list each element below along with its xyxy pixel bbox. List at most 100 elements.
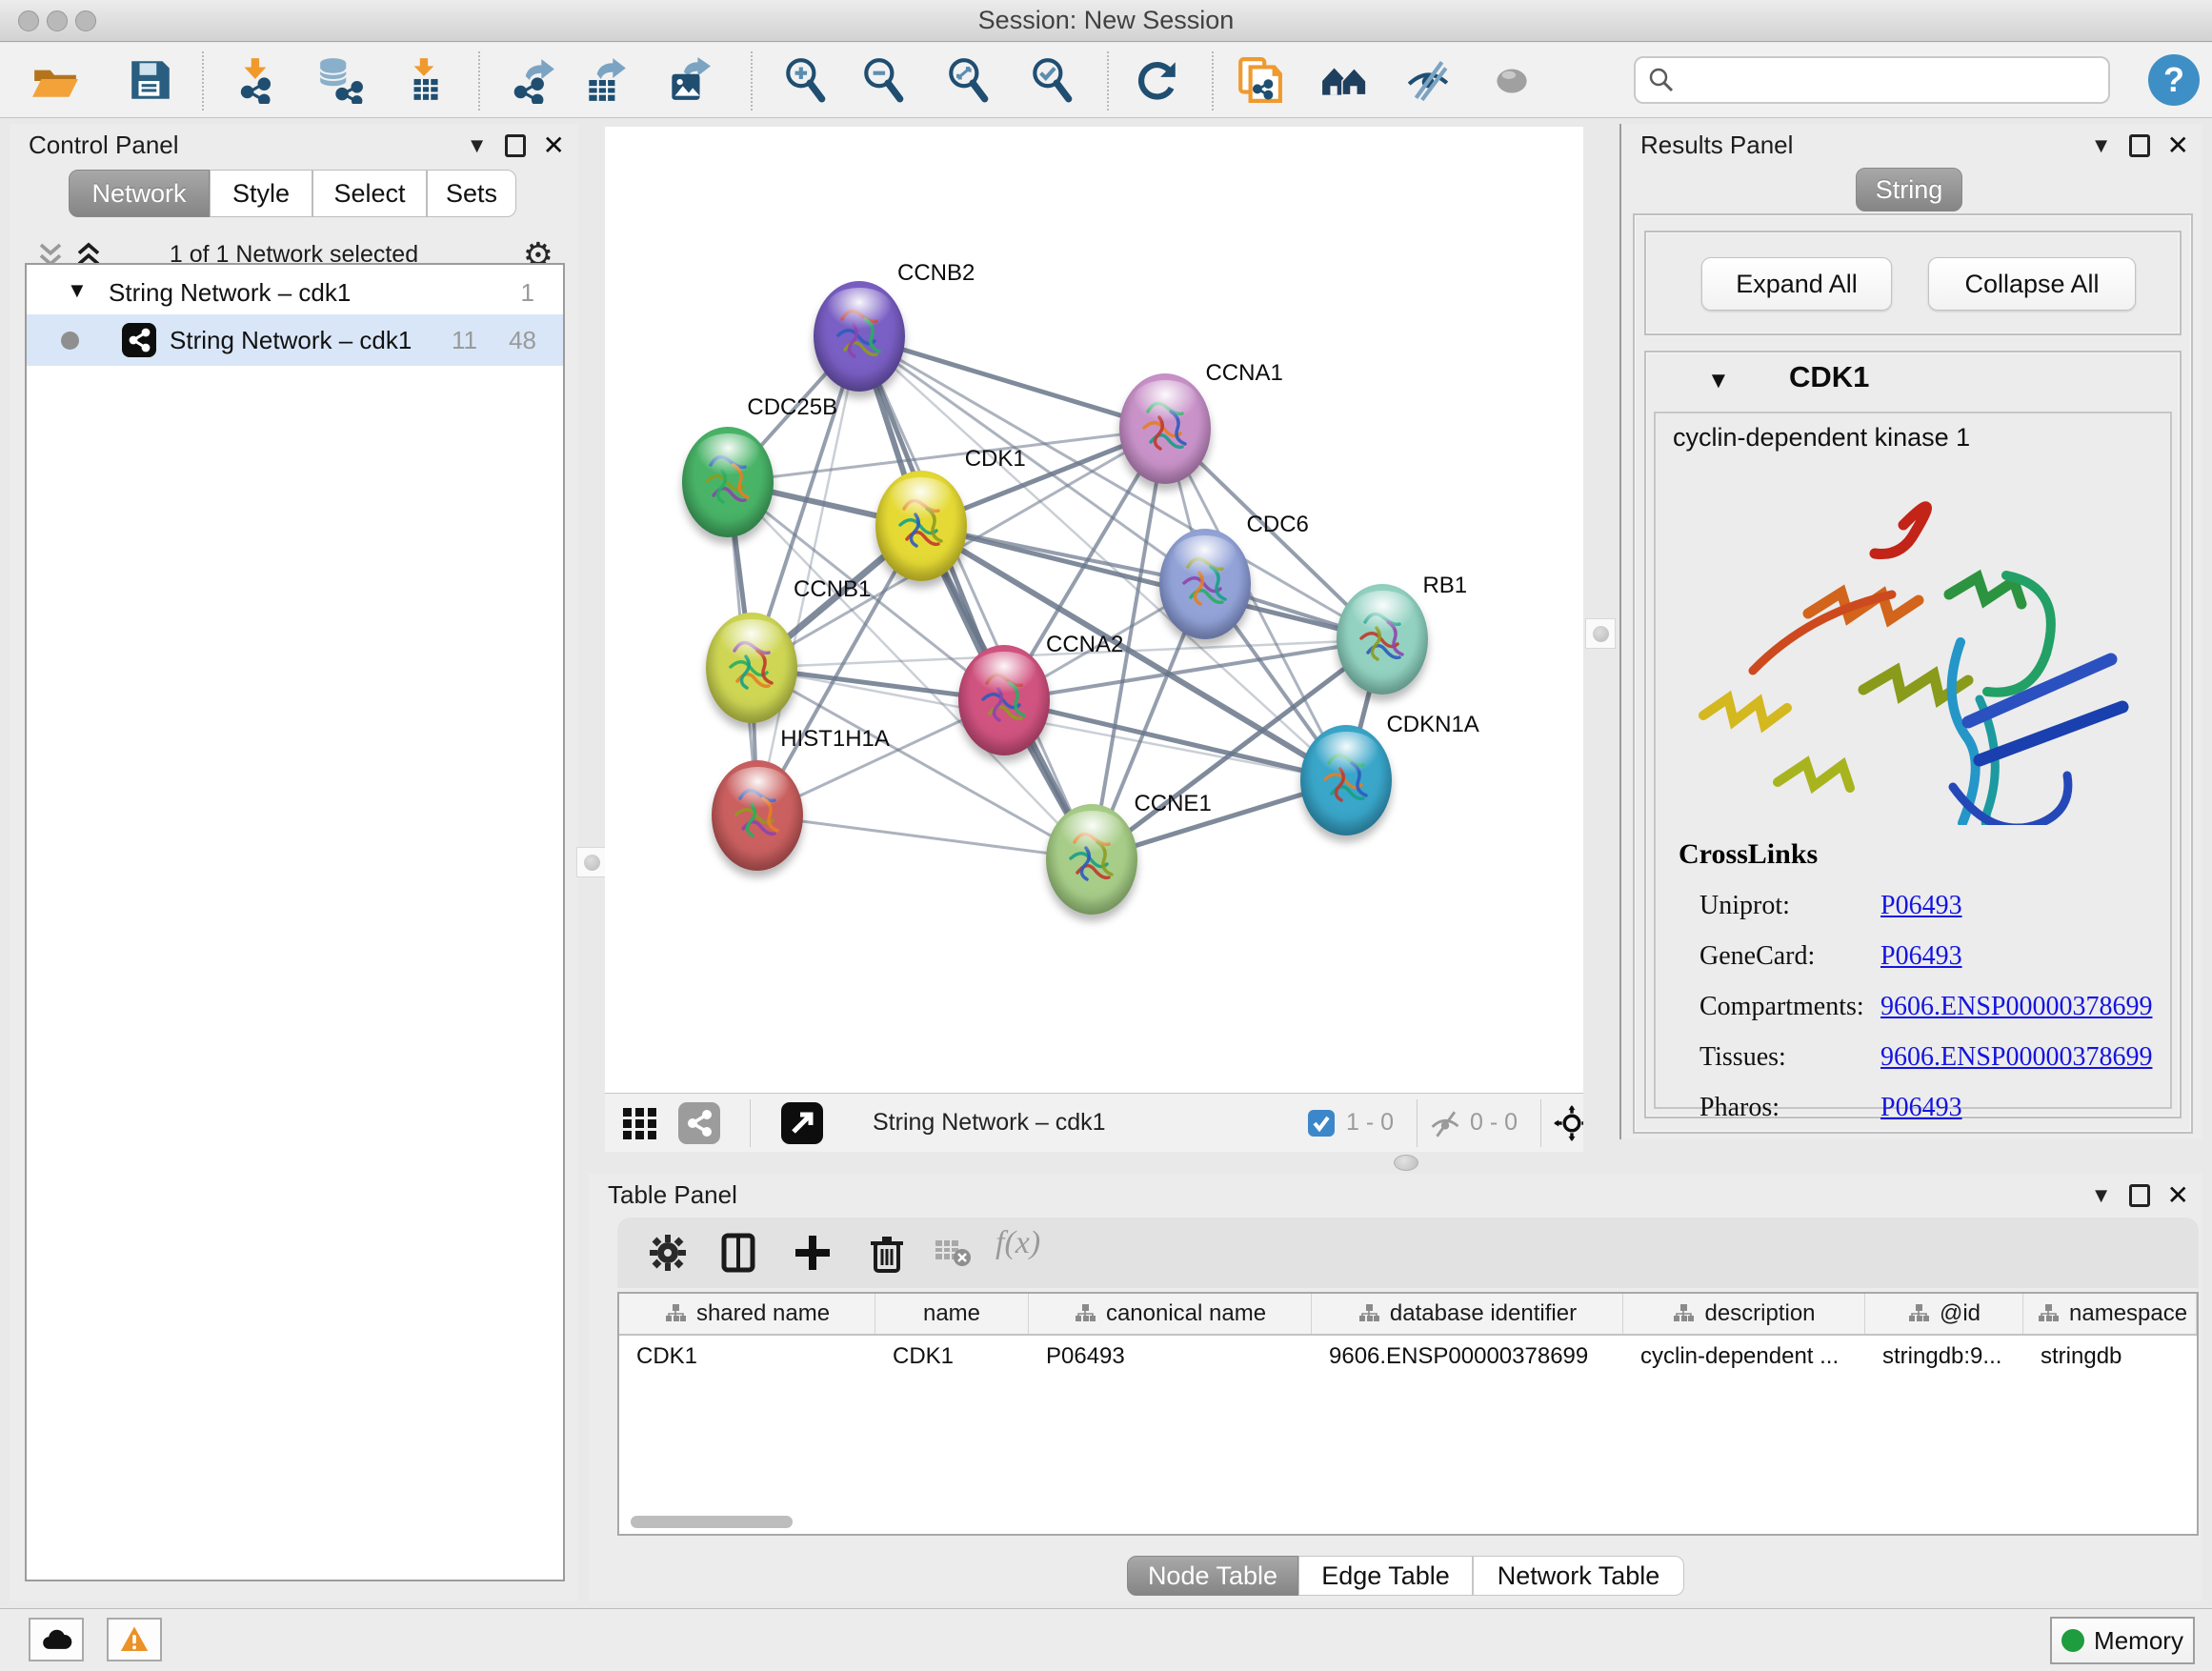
export-table-button[interactable]: [578, 53, 632, 107]
table-row[interactable]: CDK1 CDK1 P06493 9606.ENSP00000378699 cy…: [619, 1336, 2197, 1378]
close-panel-button[interactable]: ✕: [2167, 134, 2189, 157]
network-node-ccnb2[interactable]: [814, 281, 905, 392]
zoom-selected-button[interactable]: [1025, 53, 1078, 107]
show-all-button[interactable]: [1485, 53, 1538, 107]
maximize-panel-button[interactable]: [2129, 1184, 2150, 1207]
delete-trash-icon[interactable]: [865, 1231, 909, 1275]
network-node-ccna2[interactable]: [958, 645, 1050, 755]
horizontal-splitter[interactable]: [605, 1152, 1583, 1174]
open-session-button[interactable]: [29, 53, 82, 107]
tab-select[interactable]: Select: [312, 170, 427, 217]
left-splitter[interactable]: [578, 118, 605, 1174]
hidden-eye-slash-icon[interactable]: [1429, 1108, 1461, 1140]
export-network-button[interactable]: [507, 53, 560, 107]
open-in-new-window-icon[interactable]: [781, 1102, 823, 1144]
export-image-button[interactable]: [661, 53, 714, 107]
refresh-network-button[interactable]: [1131, 53, 1184, 107]
network-canvas[interactable]: CCNB2CCNA1CDC25BCDK1CDC6RB1CCNB1CCNA2CDK…: [605, 127, 1583, 1093]
float-panel-button[interactable]: ▼: [2091, 1183, 2112, 1208]
tab-sets[interactable]: Sets: [427, 170, 516, 217]
cell-canonical-name[interactable]: P06493: [1029, 1336, 1312, 1378]
splitter-handle[interactable]: [1585, 618, 1616, 649]
crosslink-link[interactable]: P06493: [1880, 891, 1962, 921]
import-table-button[interactable]: [398, 53, 452, 107]
horizontal-scrollbar[interactable]: [631, 1516, 793, 1528]
zoom-in-button[interactable]: [778, 53, 832, 107]
hide-selected-button[interactable]: [1401, 53, 1455, 107]
import-database-button[interactable]: [313, 53, 367, 107]
network-node-ccna1[interactable]: [1119, 373, 1211, 484]
tab-edge-table[interactable]: Edge Table: [1298, 1556, 1473, 1596]
float-panel-button[interactable]: ▼: [467, 133, 488, 158]
warning-button[interactable]: [107, 1618, 162, 1661]
network-edge[interactable]: [921, 526, 1383, 640]
cell-description[interactable]: cyclin-dependent ...: [1623, 1336, 1865, 1378]
column-header-database-identifier[interactable]: database identifier: [1312, 1294, 1623, 1334]
zoom-out-button[interactable]: [856, 53, 910, 107]
splitter-handle[interactable]: [1394, 1155, 1418, 1171]
maximize-panel-button[interactable]: [505, 134, 526, 157]
cell-namespace[interactable]: stringdb: [2023, 1336, 2197, 1378]
column-header-shared-name[interactable]: shared name: [619, 1294, 875, 1334]
network-node-hist1h1a[interactable]: [712, 760, 803, 871]
tree-expander-icon[interactable]: ▼: [67, 278, 88, 303]
collapse-all-button[interactable]: Collapse All: [1928, 257, 2136, 311]
crosslink-link[interactable]: P06493: [1880, 1093, 1962, 1123]
float-panel-button[interactable]: ▼: [2091, 133, 2112, 158]
selected-checkbox-icon[interactable]: [1308, 1110, 1335, 1137]
network-node-cdc25b[interactable]: [682, 427, 774, 537]
cell-database-identifier[interactable]: 9606.ENSP00000378699: [1312, 1336, 1623, 1378]
table-settings-gear-icon[interactable]: [646, 1231, 690, 1275]
network-node-cdc6[interactable]: [1159, 529, 1251, 639]
column-header-canonical-name[interactable]: canonical name: [1029, 1294, 1312, 1334]
window-titlebar: Session: New Session: [0, 0, 2212, 42]
network-node-cdkn1a[interactable]: [1300, 725, 1392, 836]
tab-network-table[interactable]: Network Table: [1473, 1556, 1684, 1596]
network-edge[interactable]: [1004, 700, 1346, 780]
save-icon: [127, 56, 174, 104]
network-node-ccnb1[interactable]: [706, 613, 797, 723]
tab-string[interactable]: String: [1856, 168, 1962, 211]
duplicate-network-button[interactable]: [1233, 53, 1286, 107]
cell-shared-name[interactable]: CDK1: [619, 1336, 875, 1378]
close-panel-button[interactable]: ✕: [2167, 1184, 2189, 1207]
save-session-button[interactable]: [124, 53, 177, 107]
tab-network[interactable]: Network: [69, 170, 210, 217]
column-header-id[interactable]: @id: [1865, 1294, 2023, 1334]
help-button[interactable]: ?: [2148, 54, 2200, 106]
crosslink-link[interactable]: P06493: [1880, 941, 1962, 972]
column-header-name[interactable]: name: [875, 1294, 1029, 1334]
maximize-panel-button[interactable]: [2129, 134, 2150, 157]
network-edge[interactable]: [757, 815, 1092, 859]
network-node-ccne1[interactable]: [1046, 804, 1137, 915]
expand-all-button[interactable]: Expand All: [1701, 257, 1892, 311]
network-edge[interactable]: [859, 336, 1092, 859]
add-column-plus-icon[interactable]: [791, 1231, 835, 1275]
first-neighbors-button[interactable]: [1317, 53, 1371, 107]
zoom-fit-button[interactable]: [941, 53, 995, 107]
network-node-cdk1[interactable]: [875, 471, 967, 581]
cloud-button[interactable]: [29, 1618, 84, 1661]
show-columns-icon[interactable]: [716, 1231, 760, 1275]
network-row[interactable]: String Network – cdk1 11 48: [27, 314, 563, 366]
tab-style[interactable]: Style: [210, 170, 312, 217]
network-view-icon[interactable]: [678, 1102, 720, 1144]
column-header-description[interactable]: description: [1623, 1294, 1865, 1334]
memory-button[interactable]: Memory: [2050, 1617, 2195, 1664]
cell-name[interactable]: CDK1: [875, 1336, 1029, 1378]
entry-expander-icon[interactable]: ▼: [1707, 368, 1730, 394]
crosslink-link[interactable]: 9606.ENSP00000378699: [1880, 1042, 2152, 1073]
column-header-namespace[interactable]: namespace: [2023, 1294, 2197, 1334]
import-network-button[interactable]: [231, 53, 284, 107]
crosslink-link[interactable]: 9606.ENSP00000378699: [1880, 992, 2152, 1022]
tab-node-table[interactable]: Node Table: [1127, 1556, 1298, 1596]
network-collection-row[interactable]: ▼ String Network – cdk1 1: [27, 271, 563, 314]
network-node-rb1[interactable]: [1337, 584, 1428, 695]
grid-view-icon[interactable]: [619, 1102, 661, 1144]
right-splitter[interactable]: [1583, 118, 1619, 1174]
splitter-handle[interactable]: [576, 847, 607, 877]
cell-id[interactable]: stringdb:9...: [1865, 1336, 2023, 1378]
close-panel-button[interactable]: ✕: [543, 134, 565, 157]
search-input[interactable]: [1683, 66, 2097, 95]
string-results-container: Expand All Collapse All ▼ CDK1 cyclin-de…: [1633, 213, 2193, 1134]
